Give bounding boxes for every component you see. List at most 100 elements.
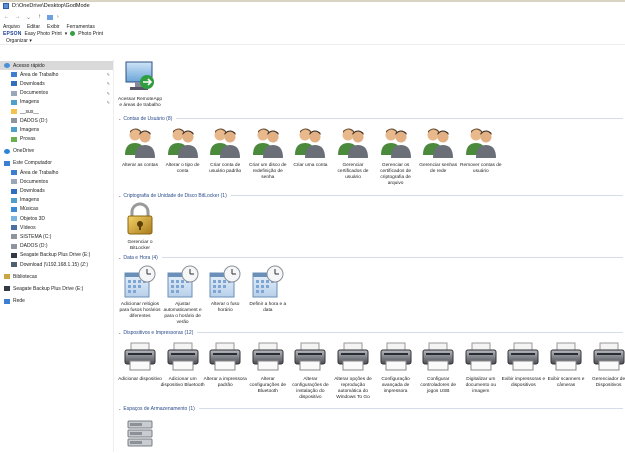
control-panel-item[interactable]: Gerenciar o BitLocker <box>118 202 162 252</box>
pin-icon[interactable]: ✎ <box>107 81 110 86</box>
control-panel-item[interactable]: Adicionar um dispositivo Bluetooth <box>161 339 205 389</box>
control-panel-item[interactable]: Definir a hora e a data <box>246 264 290 314</box>
sidebar-item-label: Documentos <box>20 90 49 97</box>
control-panel-item[interactable]: Digitalizar um documento ou imagem <box>459 339 503 395</box>
users-icon <box>207 125 243 161</box>
sidebar-item-star[interactable]: Acesso rápido <box>0 61 113 71</box>
objects3d-icon <box>11 216 17 222</box>
sidebar-item-label: Bibliotecas <box>13 273 38 280</box>
group-header[interactable]: ⌄ Criptografia de Unidade de Disco BitLoc… <box>118 192 623 199</box>
menu-ferramentas[interactable]: Ferramentas <box>67 24 95 30</box>
sidebar-item-label: Imagens <box>20 126 40 133</box>
chevron-down-icon[interactable]: ⌄ <box>118 255 121 260</box>
sidebar-item-download[interactable]: Downloads ✎ <box>0 79 113 88</box>
control-panel-item[interactable]: Adicionar dispositivo <box>118 339 162 383</box>
sidebar-item-pictures[interactable]: Imagens <box>0 125 113 134</box>
sidebar-item-label: Provas <box>20 136 36 143</box>
sidebar-item-folder-green[interactable]: Provas <box>0 135 113 144</box>
control-panel-item[interactable]: Alterar o fuso horário <box>203 264 247 314</box>
chevron-down-icon[interactable]: ⌄ <box>118 406 121 411</box>
sidebar-item-folder[interactable]: __sus__ <box>0 107 113 116</box>
top-strip <box>0 0 625 2</box>
item-label: Criar conta de usuário padrão <box>209 163 242 174</box>
menu-editar[interactable]: Editar <box>27 24 40 30</box>
control-panel-item[interactable]: Alterar as contas <box>118 125 162 169</box>
menu-exibir[interactable]: Exibir <box>47 24 60 30</box>
group-header[interactable]: ⌄ Contas de Usuário (8) <box>118 115 623 122</box>
external-drive-icon <box>4 286 10 292</box>
pin-icon[interactable]: ✎ <box>107 91 110 96</box>
sidebar-item-documents[interactable]: Documentos <box>0 177 113 186</box>
control-panel-item[interactable]: Exibir impressoras e dispositivos <box>501 339 545 389</box>
forward-arrow-icon[interactable]: → <box>14 14 21 20</box>
control-panel-item[interactable]: Alterar a impressora padrão <box>203 339 247 389</box>
sidebar-item-network[interactable]: Rede <box>0 297 113 306</box>
photo-print-button[interactable]: Photo Print <box>78 31 103 37</box>
cloud-icon <box>4 148 10 154</box>
control-panel-item[interactable]: Criar uma conta <box>288 125 332 169</box>
control-panel-item[interactable]: Criar conta de usuário padrão <box>203 125 247 175</box>
sidebar-item-drive[interactable]: DADOS (D:) <box>0 116 113 125</box>
easy-photo-print-button[interactable]: Easy Photo Print <box>25 31 62 37</box>
address-chevron-icon[interactable]: › <box>57 14 59 20</box>
pictures-icon <box>11 99 17 105</box>
chevron-down-icon[interactable]: ⌄ <box>118 116 121 121</box>
sidebar-item-computer[interactable]: Este Computador <box>0 159 113 168</box>
item-label: Criar um disco de redefinição de senha <box>249 163 287 180</box>
up-arrow-icon[interactable]: ↑ <box>36 14 43 20</box>
bitlocker-icon <box>122 202 158 238</box>
control-panel-item[interactable]: Gerenciar os certificados de criptografi… <box>374 125 418 187</box>
sidebar-item-pictures[interactable]: Imagens <box>0 196 113 205</box>
sidebar-item-music[interactable]: Músicas <box>0 205 113 214</box>
sidebar-item-drive[interactable]: SISTEMA (C:) <box>0 232 113 241</box>
control-panel-item[interactable]: Exibir scanners e câmeras <box>544 339 588 389</box>
group-header[interactable]: ⌄ Dispositivos e Impressoras (12) <box>118 329 623 336</box>
group-header[interactable]: ⌄ Data e Hora (4) <box>118 254 623 261</box>
group-header[interactable]: ⌄ Espaços de Armazenamento (1) <box>118 405 623 412</box>
dropdown-arrow-icon[interactable]: ▾ <box>65 31 68 37</box>
item-label: Adicionar dispositivo <box>118 377 162 382</box>
control-panel-item[interactable]: Configuração avançada de impressora <box>374 339 418 395</box>
control-panel-item[interactable]: Gerenciar certificados de usuário <box>331 125 375 181</box>
sidebar-item-cloud[interactable]: OneDrive <box>0 147 113 156</box>
control-panel-item[interactable]: Remover contas de usuário <box>459 125 503 175</box>
item-label: Criar uma conta <box>293 163 328 168</box>
sidebar-item-download[interactable]: Downloads <box>0 186 113 195</box>
control-panel-item[interactable]: Alterar o tipo de conta <box>161 125 205 175</box>
control-panel-item[interactable]: Configurar controladores de jogos USB <box>416 339 460 395</box>
menu-arquivo[interactable]: Arquivo <box>3 24 20 30</box>
recent-locations-icon[interactable]: ⌄ <box>25 14 32 21</box>
sidebar-item-desktop[interactable]: Área de Trabalho <box>0 168 113 177</box>
item-label: Exibir impressoras e dispositivos <box>501 377 546 388</box>
users-icon <box>378 125 414 161</box>
pin-icon[interactable]: ✎ <box>107 100 110 105</box>
sidebar-item-desktop[interactable]: Área de Trabalho ✎ <box>0 70 113 79</box>
sidebar-item-documents[interactable]: Documentos ✎ <box>0 89 113 98</box>
control-panel-item[interactable]: Gerenciar senhas de rede <box>416 125 460 175</box>
chevron-down-icon[interactable]: ⌄ <box>118 330 121 335</box>
sidebar-item-external-drive[interactable]: Seagate Backup Plus Drive (E:) <box>0 284 113 293</box>
sidebar-item-network-drive[interactable]: Download (\\192.168.1.15) (Z:) <box>0 260 113 269</box>
sidebar-item-external-drive[interactable]: Seagate Backup Plus Drive (E:) <box>0 251 113 260</box>
sidebar-item-libraries[interactable]: Bibliotecas <box>0 272 113 281</box>
organizar-button[interactable]: Organizar ▾ <box>6 38 32 44</box>
control-panel-item[interactable]: Criar um disco de redefinição de senha <box>246 125 290 181</box>
item-label: Alterar opções de reprodução automática … <box>334 377 372 400</box>
control-panel-item[interactable]: Alterar configurações de instalação do d… <box>288 339 332 401</box>
control-panel-item[interactable]: Adicionar relógios para fusos horários d… <box>118 264 162 320</box>
control-panel-item[interactable]: Gerenciador de Dispositivos <box>587 339 625 389</box>
sidebar-item-drive[interactable]: DADOS (D:) <box>0 242 113 251</box>
drive-icon <box>11 234 17 240</box>
chevron-down-icon[interactable]: ⌄ <box>118 193 121 198</box>
back-arrow-icon[interactable]: ← <box>3 14 10 20</box>
pin-icon[interactable]: ✎ <box>107 72 110 77</box>
control-panel-item[interactable]: Alterar opções de reprodução automática … <box>331 339 375 401</box>
control-panel-item[interactable]: Acessar RemoteApp e áreas de trabalho <box>118 59 162 109</box>
sidebar-item-pictures[interactable]: Imagens ✎ <box>0 98 113 107</box>
sidebar-item-videos[interactable]: Vídeos <box>0 223 113 232</box>
control-panel-item[interactable]: Alterar configurações de Bluetooth <box>246 339 290 395</box>
sidebar-item-objects3d[interactable]: Objetos 3D <box>0 214 113 223</box>
control-panel-item[interactable] <box>118 415 162 453</box>
control-panel-item[interactable]: Ajustar automaticament e para o horário … <box>161 264 205 326</box>
printer-icon <box>165 339 201 375</box>
